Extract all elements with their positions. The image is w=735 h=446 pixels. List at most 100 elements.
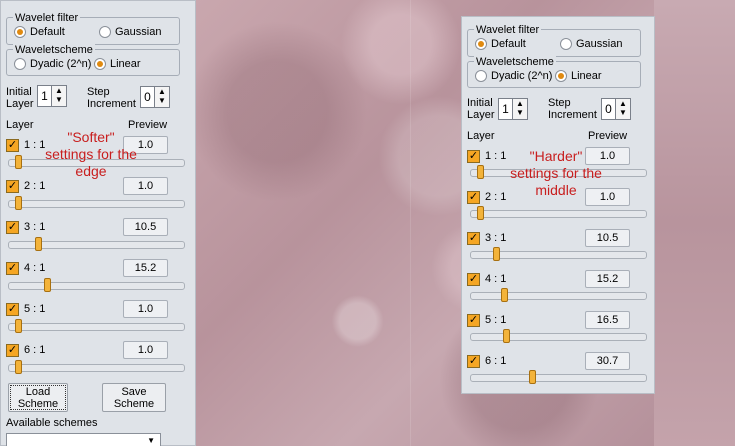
layer-checkbox[interactable]: ✓ [467, 150, 480, 163]
radio-gaussian[interactable]: Gaussian [99, 26, 161, 38]
layer-slider-track[interactable] [8, 278, 185, 292]
layer-slider-track[interactable] [470, 206, 647, 220]
layer-slider-thumb[interactable] [15, 360, 22, 374]
layer-checkbox[interactable]: ✓ [467, 273, 480, 286]
radio-linear-dot[interactable] [94, 58, 106, 70]
layer-slider-track[interactable] [470, 370, 647, 384]
radio-default[interactable]: Default [14, 26, 65, 38]
radio-gaussian-dot[interactable] [99, 26, 111, 38]
layer-slider-thumb[interactable] [15, 196, 22, 210]
layer-slider-track[interactable] [8, 360, 185, 374]
layer-header: Layer [6, 119, 34, 131]
spin-arrows-icon[interactable]: ▲ ▼ [51, 86, 66, 106]
layer-preview-value[interactable]: 16.5 [585, 311, 630, 329]
step-increment-spinner[interactable]: 0 ▲ ▼ [140, 86, 170, 108]
layer-label: 5 : 1 [24, 303, 46, 315]
layer-label: 2 : 1 [24, 180, 46, 192]
initial-layer-spinner[interactable]: 1 ▲ ▼ [37, 85, 67, 107]
initial-layer-spinner[interactable]: 1 ▲ ▼ [498, 98, 528, 120]
annotation-harder: "Harder" settings for the middle [497, 148, 615, 199]
step-increment-spinner[interactable]: 0 ▲ ▼ [601, 98, 631, 120]
layer-slider-thumb[interactable] [34, 237, 42, 251]
radio-dyadic-dot[interactable] [475, 70, 487, 82]
wavelet-filter-group: Wavelet filter Default Gaussian [6, 12, 180, 45]
wavelet-panel-left: Wavelet filter Default Gaussian Wavelets… [0, 0, 196, 446]
available-schemes-label: Available schemes [6, 417, 98, 429]
layer-checkbox[interactable]: ✓ [6, 221, 19, 234]
layer-preview-value[interactable]: 1.0 [123, 341, 168, 359]
radio-gaussian-label: Gaussian [576, 38, 623, 50]
annotation-softer: "Softer" settings for the edge [36, 129, 146, 180]
available-schemes-dropdown[interactable]: ▼ [6, 433, 161, 446]
layer-preview-value[interactable]: 10.5 [585, 229, 630, 247]
layer-checkbox[interactable]: ✓ [6, 344, 19, 357]
wavelet-scheme-group: Waveletscheme Dyadic (2^n) Linear [6, 44, 180, 76]
radio-default-label: Default [30, 26, 65, 38]
spin-arrows-icon[interactable]: ▲ ▼ [512, 99, 527, 119]
radio-dyadic-label: Dyadic (2^n) [30, 58, 92, 70]
radio-default-label: Default [491, 38, 526, 50]
layer-preview-value[interactable]: 15.2 [123, 259, 168, 277]
layer-checkbox[interactable]: ✓ [467, 232, 480, 245]
layer-checkbox[interactable]: ✓ [6, 180, 19, 193]
annotation-harder-line1: "Harder" [529, 148, 583, 164]
radio-default-dot[interactable] [14, 26, 26, 38]
layer-slider-thumb[interactable] [503, 329, 511, 343]
layer-slider-track[interactable] [470, 247, 647, 261]
layer-label: 3 : 1 [485, 232, 507, 244]
radio-gaussian[interactable]: Gaussian [560, 38, 622, 50]
layer-slider-track[interactable] [8, 237, 185, 251]
layer-slider-thumb[interactable] [15, 319, 22, 333]
radio-dyadic-label: Dyadic (2^n) [491, 70, 553, 82]
radio-linear-label: Linear [571, 70, 602, 82]
layer-slider-thumb[interactable] [477, 206, 484, 220]
wavelet-scheme-title: Waveletscheme [474, 56, 556, 68]
layer-slider-thumb[interactable] [501, 288, 509, 302]
layer-checkbox[interactable]: ✓ [6, 303, 19, 316]
layer-preview-value[interactable]: 15.2 [585, 270, 630, 288]
layer-label: 3 : 1 [24, 221, 46, 233]
layer-preview-value[interactable]: 1.0 [123, 300, 168, 318]
annotation-harder-line2: settings for the [510, 165, 602, 181]
chevron-down-icon[interactable]: ▼ [147, 436, 155, 445]
layer-checkbox[interactable]: ✓ [6, 262, 19, 275]
radio-gaussian-dot[interactable] [560, 38, 572, 50]
initial-layer-label: Initial Layer [6, 86, 34, 110]
save-scheme-button[interactable]: Save Scheme [102, 383, 166, 412]
spin-arrows-icon[interactable]: ▲ ▼ [615, 99, 630, 119]
layer-slider-track[interactable] [470, 329, 647, 343]
spin-arrows-icon[interactable]: ▲ ▼ [154, 87, 169, 107]
layer-slider-track[interactable] [470, 288, 647, 302]
radio-linear-dot[interactable] [555, 70, 567, 82]
load-scheme-button[interactable]: Load Scheme [8, 383, 68, 412]
layer-slider-thumb[interactable] [493, 247, 501, 261]
layer-preview-value[interactable]: 10.5 [123, 218, 168, 236]
radio-linear-label: Linear [110, 58, 141, 70]
radio-dyadic[interactable]: Dyadic (2^n) [475, 70, 552, 82]
layer-label: 4 : 1 [24, 262, 46, 274]
layer-checkbox[interactable]: ✓ [467, 314, 480, 327]
layer-slider-thumb[interactable] [15, 155, 22, 169]
radio-dyadic[interactable]: Dyadic (2^n) [14, 58, 91, 70]
layer-header: Layer [467, 130, 495, 142]
radio-default-dot[interactable] [475, 38, 487, 50]
layer-checkbox[interactable]: ✓ [6, 139, 19, 152]
wavelet-panel-right: Wavelet filter Default Gaussian Wavelets… [461, 16, 655, 394]
layer-slider-thumb[interactable] [529, 370, 537, 384]
layer-slider-thumb[interactable] [477, 165, 484, 179]
layer-checkbox[interactable]: ✓ [467, 191, 480, 204]
step-increment-value: 0 [605, 102, 612, 116]
radio-default[interactable]: Default [475, 38, 526, 50]
radio-linear[interactable]: Linear [94, 58, 141, 70]
radio-dyadic-dot[interactable] [14, 58, 26, 70]
layer-slider-track[interactable] [8, 196, 185, 210]
radio-linear[interactable]: Linear [555, 70, 602, 82]
layer-slider-thumb[interactable] [44, 278, 52, 292]
layer-slider-track[interactable] [8, 319, 185, 333]
layer-preview-value[interactable]: 30.7 [585, 352, 630, 370]
wavelet-filter-title: Wavelet filter [13, 12, 81, 24]
layer-checkbox[interactable]: ✓ [467, 355, 480, 368]
wavelet-filter-group: Wavelet filter Default Gaussian [467, 24, 641, 57]
preview-header: Preview [588, 130, 628, 142]
layer-label: 6 : 1 [485, 355, 507, 367]
